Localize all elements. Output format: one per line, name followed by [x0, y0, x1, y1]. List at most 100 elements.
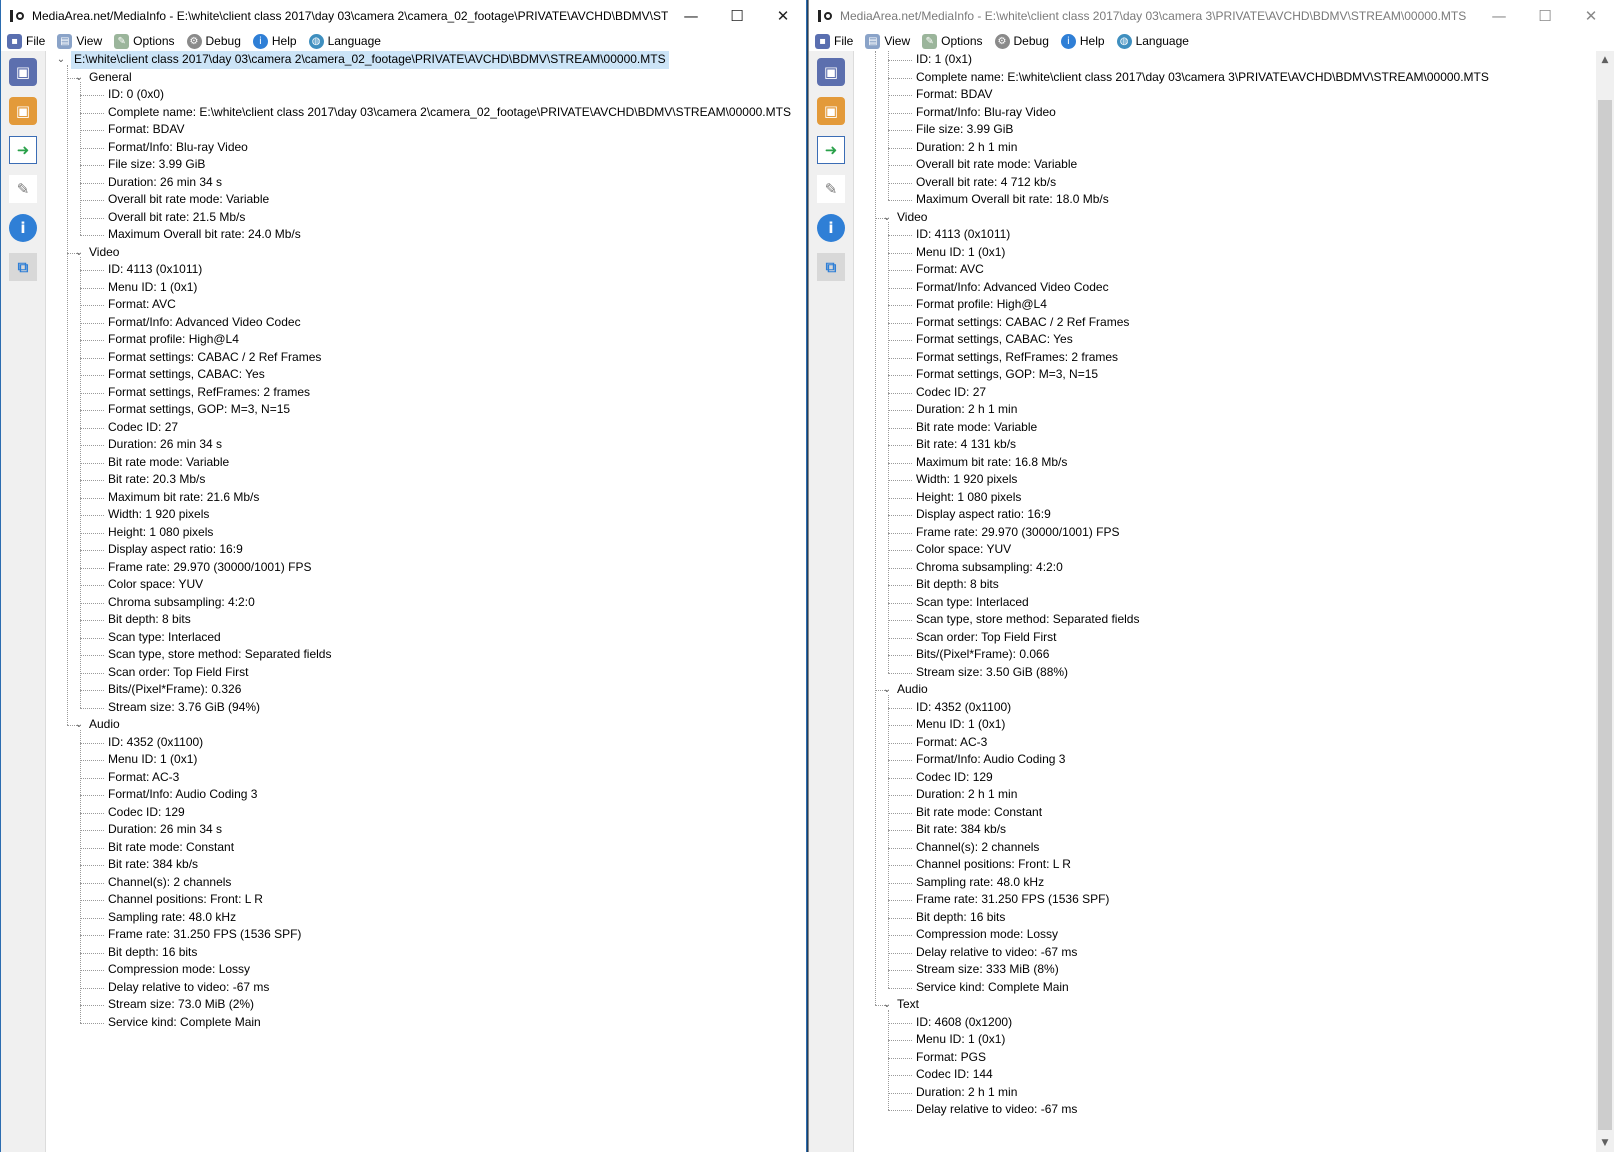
expand-chevron-icon[interactable]: ⌄ [73, 244, 85, 262]
section-general[interactable]: ⌄ General [47, 69, 806, 87]
mediainfo-window-left: MediaArea.net/MediaInfo - E:\white\clien… [0, 0, 807, 1152]
globe-icon: ◍ [1116, 33, 1132, 49]
minimize-button[interactable]: — [1476, 0, 1522, 31]
menu-file[interactable]: ▪ File [7, 33, 45, 49]
property-text: ID: 4608 (0x1200) [916, 1014, 1013, 1029]
property-row: ID: 4608 (0x1200) [855, 1014, 1596, 1032]
property-text: File size: 3.99 GiB [916, 122, 1014, 136]
property-text: Codec ID: 129 [108, 804, 185, 819]
menu-debug[interactable]: ⚙ Debug [186, 33, 241, 49]
property-row: Duration: 2 h 1 min [855, 1084, 1596, 1102]
property-row: Bit rate mode: Variable [47, 454, 806, 472]
info-button[interactable]: i [813, 210, 849, 246]
minimize-button[interactable]: — [668, 0, 714, 31]
section-label: Audio [89, 717, 120, 731]
vertical-scrollbar[interactable]: ▲ ▼ [1596, 51, 1614, 1152]
property-text: Maximum Overall bit rate: 18.0 Mb/s [916, 192, 1109, 206]
expand-chevron-icon[interactable]: ⌄ [881, 209, 893, 227]
menu-options[interactable]: ✎ Options [922, 33, 983, 49]
menu-language[interactable]: ◍ Language [308, 33, 381, 49]
property-text: Menu ID: 1 (0x1) [916, 244, 1006, 259]
menu-options[interactable]: ✎ Options [114, 33, 175, 49]
property-text: Scan type, store method: Separated field… [916, 612, 1140, 626]
close-button[interactable]: ✕ [1568, 0, 1614, 31]
property-text: Scan order: Top Field First [108, 664, 249, 679]
menu-debug[interactable]: ⚙ Debug [994, 33, 1049, 49]
property-text: Scan type: Interlaced [108, 629, 221, 644]
side-toolbar: ▣ ▣ ➜ ✎ i ⧉ [809, 51, 854, 1152]
property-row: Format: BDAV [47, 121, 806, 139]
info-button[interactable]: i [5, 210, 41, 246]
expand-chevron-icon[interactable]: ⌄ [881, 996, 893, 1014]
maximize-button[interactable]: ☐ [714, 0, 760, 31]
property-row: Height: 1 080 pixels [855, 489, 1596, 507]
title-bar[interactable]: MediaArea.net/MediaInfo - E:\white\clien… [809, 0, 1614, 31]
info-tree[interactable]: ID: 1 (0x1) Complete name: E:\white\clien… [855, 51, 1596, 1152]
property-text: Bit rate: 384 kb/s [916, 822, 1007, 836]
property-row: Codec ID: 129 [47, 804, 806, 822]
property-text: Stream size: 3.76 GiB (94%) [108, 699, 261, 714]
close-button[interactable]: ✕ [760, 0, 806, 31]
property-text: Delay relative to video: -67 ms [916, 944, 1078, 959]
expand-chevron-icon[interactable]: ⌄ [73, 716, 85, 734]
property-row: Color space: YUV [47, 576, 806, 594]
property-text: Sampling rate: 48.0 kHz [916, 874, 1045, 889]
export-button[interactable]: ➜ [5, 132, 41, 168]
property-text: Duration: 2 h 1 min [916, 402, 1018, 416]
menu-language[interactable]: ◍ Language [1116, 33, 1189, 49]
property-text: Complete name: E:\white\client class 201… [108, 104, 791, 119]
property-row: Format: BDAV [855, 86, 1596, 104]
property-row: Scan order: Top Field First [47, 664, 806, 682]
section-label: E:\white\client class 2017\day 03\camera… [71, 51, 669, 69]
section-audio[interactable]: ⌄ Audio [47, 716, 806, 734]
property-row: Frame rate: 31.250 FPS (1536 SPF) [855, 891, 1596, 909]
view-icon: ▤ [57, 33, 73, 49]
section-audio[interactable]: ⌄ Audio [855, 681, 1596, 699]
about-button[interactable]: ⧉ [813, 249, 849, 285]
property-text: Height: 1 080 pixels [916, 489, 1022, 504]
property-text: Bit rate mode: Constant [108, 839, 235, 854]
property-row: Frame rate: 29.970 (30000/1001) FPS [855, 524, 1596, 542]
property-row: Maximum Overall bit rate: 24.0 Mb/s [47, 226, 806, 244]
property-row: Scan type, store method: Separated field… [855, 611, 1596, 629]
property-row: Format/Info: Blu-ray Video [47, 139, 806, 157]
property-text: Channel positions: Front: L R [108, 892, 263, 906]
open-file-button[interactable]: ▣ [5, 54, 41, 90]
open-folder-button[interactable]: ▣ [813, 93, 849, 129]
property-text: Chroma subsampling: 4:2:0 [916, 559, 1063, 574]
section-video[interactable]: ⌄ Video [47, 244, 806, 262]
property-text: Format/Info: Audio Coding 3 [916, 752, 1066, 766]
file-root-node[interactable]: ⌄ E:\white\client class 2017\day 03\camer… [47, 51, 806, 69]
menu-help[interactable]: i Help [252, 33, 297, 49]
scrollbar-thumb[interactable] [1598, 100, 1612, 1130]
title-bar[interactable]: MediaArea.net/MediaInfo - E:\white\clien… [1, 0, 806, 31]
scroll-down-icon[interactable]: ▼ [1596, 1134, 1614, 1152]
open-file-icon: ▣ [9, 58, 37, 86]
property-row: Duration: 2 h 1 min [855, 139, 1596, 157]
property-text: Chroma subsampling: 4:2:0 [108, 594, 255, 609]
info-tree[interactable]: ⌄ E:\white\client class 2017\day 03\camer… [47, 51, 806, 1152]
menu-file[interactable]: ▪ File [815, 33, 853, 49]
expand-chevron-icon[interactable]: ⌄ [55, 51, 67, 69]
property-text: Frame rate: 31.250 FPS (1536 SPF) [916, 892, 1110, 906]
menu-help[interactable]: i Help [1060, 33, 1105, 49]
expand-chevron-icon[interactable]: ⌄ [73, 69, 85, 87]
preferences-button[interactable]: ✎ [813, 171, 849, 207]
preferences-button[interactable]: ✎ [5, 171, 41, 207]
property-text: Format settings: CABAC / 2 Ref Frames [916, 314, 1130, 329]
property-text: Width: 1 920 pixels [916, 472, 1018, 486]
property-row: Menu ID: 1 (0x1) [47, 751, 806, 769]
open-folder-button[interactable]: ▣ [5, 93, 41, 129]
property-text: Format: AC-3 [916, 734, 988, 749]
maximize-button[interactable]: ☐ [1522, 0, 1568, 31]
section-video[interactable]: ⌄ Video [855, 209, 1596, 227]
scroll-up-icon[interactable]: ▲ [1596, 51, 1614, 69]
property-text: ID: 0 (0x0) [108, 87, 165, 101]
open-file-button[interactable]: ▣ [813, 54, 849, 90]
menu-view[interactable]: ▤ View [865, 33, 910, 49]
about-button[interactable]: ⧉ [5, 249, 41, 285]
section-text[interactable]: ⌄ Text [855, 996, 1596, 1014]
export-button[interactable]: ➜ [813, 132, 849, 168]
menu-view[interactable]: ▤ View [57, 33, 102, 49]
expand-chevron-icon[interactable]: ⌄ [881, 681, 893, 699]
